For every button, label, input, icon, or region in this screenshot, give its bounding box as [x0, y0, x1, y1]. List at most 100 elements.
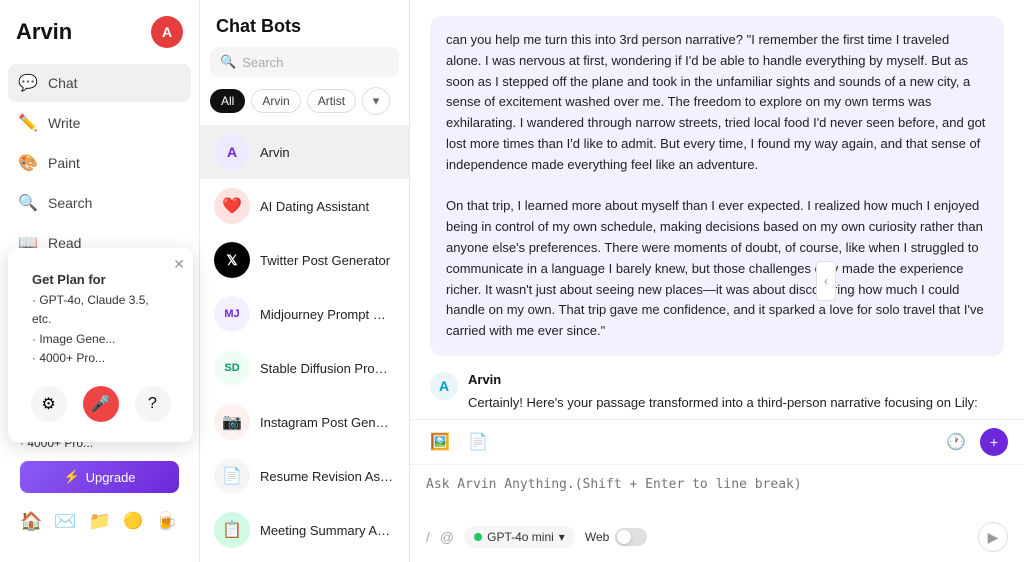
send-button[interactable]: ▶	[978, 522, 1008, 552]
chat-toolbar-left: 🖼️ 📄	[426, 428, 492, 456]
bot-item-twitter[interactable]: 𝕏 Twitter Post Generator	[200, 233, 409, 287]
sidebar-bottom: ✕ Get Plan for · GPT-4o, Claude 3.5, etc…	[0, 355, 199, 550]
bot-item-meeting[interactable]: 📋 Meeting Summary Assi...	[200, 503, 409, 557]
sidebar-item-label-search: Search	[48, 195, 92, 211]
search-placeholder: Search	[242, 55, 283, 70]
bot-response-avatar: A	[430, 372, 458, 400]
model-selector[interactable]: GPT-4o mini ▾	[464, 526, 575, 548]
bot-avatar-stable-diff: SD	[214, 350, 250, 386]
popup-detail2: · Image Gene...	[32, 332, 115, 346]
chat-input-footer: / @ GPT-4o mini ▾ Web ▶	[426, 516, 1008, 554]
user-avatar[interactable]: A	[151, 16, 183, 48]
bot-response-content: Arvin Certainly! Here's your passage tra…	[468, 372, 1004, 419]
bot-name-twitter: Twitter Post Generator	[260, 253, 390, 268]
bot-response-text: Certainly! Here's your passage transform…	[468, 393, 1004, 419]
chatbots-list: A Arvin ❤️ AI Dating Assistant 𝕏 Twitter…	[200, 125, 409, 562]
chatbots-search-bar[interactable]: 🔍 Search	[210, 47, 399, 77]
web-toggle[interactable]: Web	[585, 528, 647, 546]
popup-close-button[interactable]: ✕	[173, 256, 185, 273]
popup-icons: ⚙ 🎤 ?	[20, 378, 181, 430]
popup-plan-label: Get Plan for	[32, 272, 106, 287]
folder-icon[interactable]: 📁	[89, 511, 111, 532]
bot-name-instagram: Instagram Post Genera...	[260, 415, 395, 430]
sidebar: Arvin A 💬 Chat ✏️ Write 🎨 Paint 🔍 Search…	[0, 0, 200, 562]
chrome-icon[interactable]: 🟡	[123, 511, 143, 532]
bot-item-stable-diff[interactable]: SD Stable Diffusion Promp...	[200, 341, 409, 395]
sidebar-logo: Arvin A	[0, 12, 199, 64]
bot-item-arvin[interactable]: A Arvin	[200, 125, 409, 179]
bot-avatar-arvin: A	[214, 134, 250, 170]
user-message-1: can you help me turn this into 3rd perso…	[430, 16, 1004, 356]
image-toolbar-button[interactable]: 🖼️	[426, 428, 454, 456]
chevron-down-icon: ▾	[373, 93, 380, 109]
file-toolbar-button[interactable]: 📄	[464, 428, 492, 456]
sidebar-item-paint[interactable]: 🎨 Paint	[8, 144, 191, 182]
image-toolbar-icon: 🖼️	[430, 432, 450, 452]
bot-name-midjourney: Midjourney Prompt Ge...	[260, 307, 395, 322]
bot-avatar-instagram: 📷	[214, 404, 250, 440]
write-icon: ✏️	[18, 113, 38, 133]
bot-item-resume[interactable]: 📄 Resume Revision Assist...	[200, 449, 409, 503]
filter-all[interactable]: All	[210, 89, 245, 113]
sidebar-item-write[interactable]: ✏️ Write	[8, 104, 191, 142]
settings-button[interactable]: ⚙	[31, 386, 67, 422]
sidebar-item-chat[interactable]: 💬 Chat	[8, 64, 191, 102]
chat-icon: 💬	[18, 73, 38, 93]
app-title: Arvin	[16, 19, 72, 45]
beer-icon[interactable]: 🍺	[155, 511, 177, 532]
bot-item-midjourney[interactable]: MJ Midjourney Prompt Ge...	[200, 287, 409, 341]
bot-avatar-ai-dating: ❤️	[214, 188, 250, 224]
bot-item-ai-dating[interactable]: ❤️ AI Dating Assistant	[200, 179, 409, 233]
user-message-1-text: can you help me turn this into 3rd perso…	[446, 32, 985, 172]
help-button[interactable]: ?	[135, 386, 171, 422]
sidebar-footer: 🏠 ✉️ 📁 🟡 🍺	[8, 503, 191, 540]
filter-arvin[interactable]: Arvin	[251, 89, 300, 113]
upgrade-plan-button[interactable]: ⚡ Upgrade	[20, 461, 179, 493]
plus-icon: +	[990, 434, 998, 450]
sidebar-item-label-write: Write	[48, 115, 80, 131]
bot-avatar-twitter: 𝕏	[214, 242, 250, 278]
chat-input-field[interactable]	[426, 473, 1008, 513]
bot-name-arvin: Arvin	[260, 145, 290, 160]
bot-item-tech-support[interactable]: 🛠️ Tech Support Advisor	[200, 557, 409, 562]
model-chevron-icon: ▾	[559, 530, 565, 544]
search-icon: 🔍	[18, 193, 38, 213]
home-icon[interactable]: 🏠	[20, 511, 42, 532]
bot-name-resume: Resume Revision Assist...	[260, 469, 395, 484]
settings-icon: ⚙	[41, 394, 55, 414]
bot-message-1: A Arvin Certainly! Here's your passage t…	[430, 372, 1004, 419]
mic-button[interactable]: 🎤	[83, 386, 119, 422]
collapse-panel-button[interactable]: ‹	[816, 261, 836, 301]
history-toolbar-icon: 🕐	[946, 432, 966, 452]
chat-toolbar: 🖼️ 📄 🕐 +	[410, 419, 1024, 464]
bot-avatar-midjourney: MJ	[214, 296, 250, 332]
chat-input-area: / @ GPT-4o mini ▾ Web ▶	[410, 464, 1024, 562]
model-status-dot	[474, 533, 482, 541]
bot-name-meeting: Meeting Summary Assi...	[260, 523, 395, 538]
plan-btn-icon: ⚡	[63, 469, 79, 485]
sidebar-item-label-chat: Chat	[48, 75, 78, 91]
slash-command-icon[interactable]: /	[426, 529, 430, 545]
sidebar-item-search[interactable]: 🔍 Search	[8, 184, 191, 222]
model-name: GPT-4o mini	[487, 530, 554, 544]
chat-messages: can you help me turn this into 3rd perso…	[410, 0, 1024, 419]
web-label: Web	[585, 530, 609, 544]
bot-name-stable-diff: Stable Diffusion Promp...	[260, 361, 395, 376]
web-toggle-switch[interactable]	[615, 528, 647, 546]
bot-response-intro: Certainly! Here's your passage transform…	[468, 393, 1004, 414]
bot-avatar-resume: 📄	[214, 458, 250, 494]
popup-detail1: · GPT-4o, Claude 3.5, etc.	[32, 293, 149, 326]
filter-more-button[interactable]: ▾	[362, 87, 390, 115]
at-mention-icon[interactable]: @	[440, 529, 454, 545]
filter-artist[interactable]: Artist	[307, 89, 356, 113]
mic-icon: 🎤	[91, 394, 111, 414]
mail-icon[interactable]: ✉️	[54, 511, 76, 532]
popup-plan-text: Get Plan for · GPT-4o, Claude 3.5, etc. …	[20, 260, 181, 378]
chatbots-filter: All Arvin Artist ▾	[200, 87, 409, 125]
bot-item-instagram[interactable]: 📷 Instagram Post Genera...	[200, 395, 409, 449]
chatbots-panel: Chat Bots 🔍 Search All Arvin Artist ▾ A …	[200, 0, 410, 562]
bot-response-name: Arvin	[468, 372, 1004, 387]
history-toolbar-button[interactable]: 🕐	[942, 428, 970, 456]
search-icon: 🔍	[220, 54, 236, 70]
new-chat-button[interactable]: +	[980, 428, 1008, 456]
